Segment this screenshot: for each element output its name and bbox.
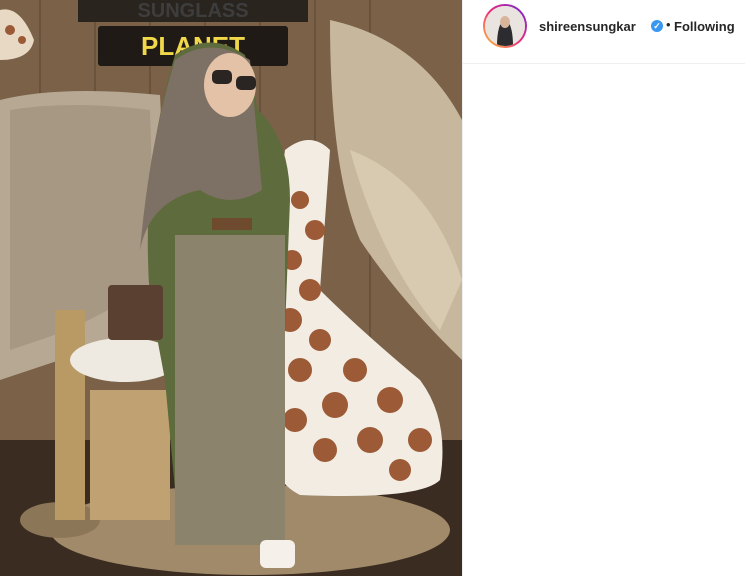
post-header: shireensungkar ✓ • Following — [463, 0, 745, 64]
post-photo-illustration: SUNGLASS PLANET — [0, 0, 462, 576]
instagram-post: SUNGLASS PLANET — [0, 0, 745, 576]
separator-dot: • — [666, 17, 671, 32]
avatar-image — [485, 6, 525, 46]
post-photo[interactable]: SUNGLASS PLANET — [0, 0, 462, 576]
following-button[interactable]: Following — [674, 19, 735, 34]
post-sidebar: shireensungkar ✓ • Following — [462, 0, 745, 576]
avatar[interactable] — [483, 4, 527, 48]
verified-badge-icon: ✓ — [651, 20, 663, 32]
author-username[interactable]: shireensungkar — [539, 19, 636, 34]
sign-text-top: SUNGLASS — [137, 0, 248, 22]
avatar-illustration — [485, 6, 525, 46]
